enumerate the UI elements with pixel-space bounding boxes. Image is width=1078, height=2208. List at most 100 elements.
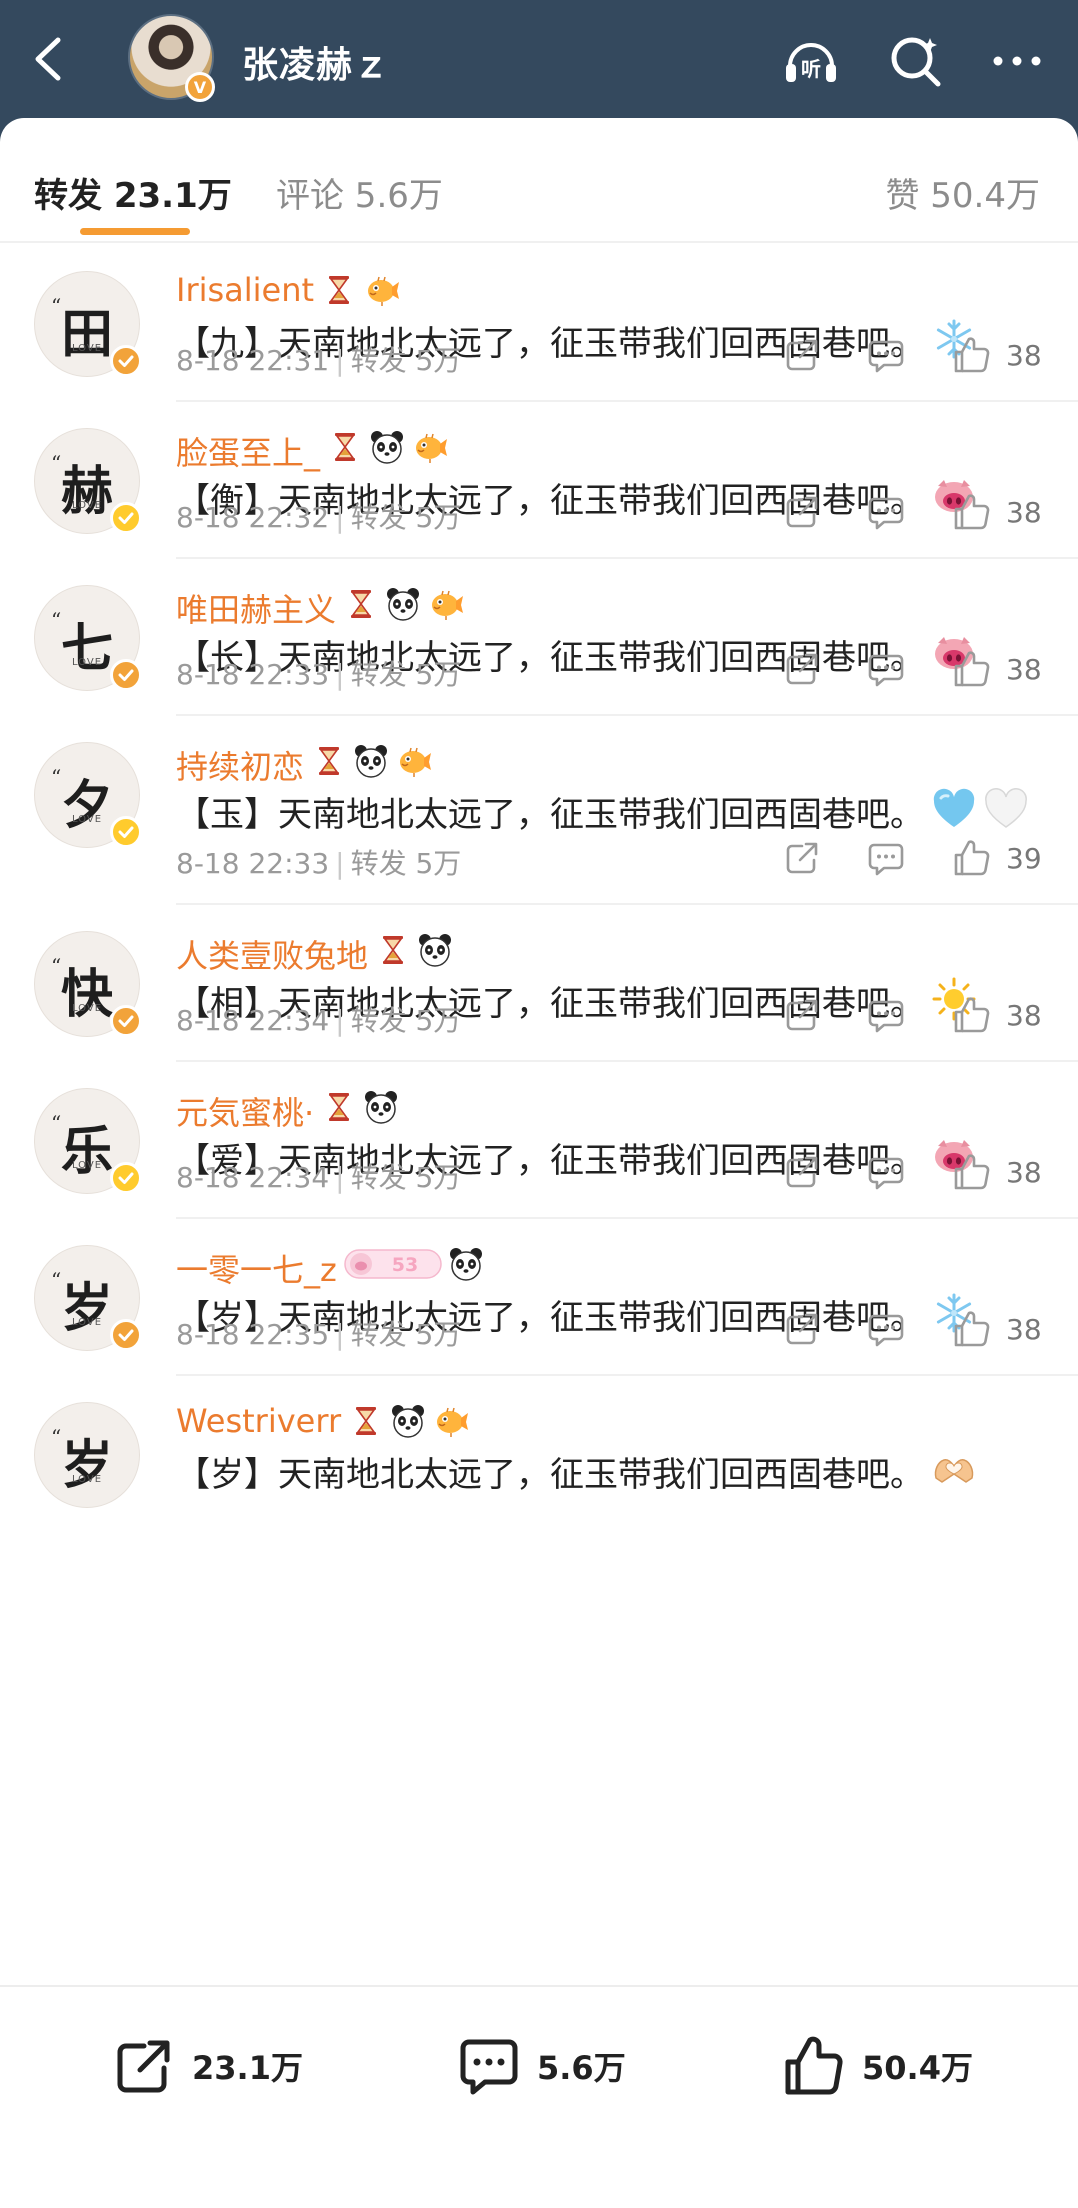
back-icon[interactable] <box>28 36 68 82</box>
panda-icon <box>368 428 406 466</box>
repost-count: 转发 5万 <box>350 1004 462 1037</box>
hourglass-icon <box>320 1088 358 1126</box>
thumbs-up-icon[interactable] <box>952 492 992 532</box>
verified-badge-icon <box>110 659 142 691</box>
listen-icon[interactable]: 听 <box>780 30 842 92</box>
username-link[interactable]: 唯田赫主义 <box>176 585 336 631</box>
tab-bar: 转发 23.1万 评论 5.6万 赞 50.4万 <box>0 118 1078 243</box>
list-item: “快 LOVE 人类壹败兔地 【相】天南地北太远了，征玉带我们回西固巷吧。 8-18 2… <box>0 905 1078 1062</box>
repost-button[interactable]: 23.1万 <box>110 2031 303 2101</box>
comment-icon[interactable] <box>866 1309 906 1349</box>
comment-icon[interactable] <box>866 649 906 689</box>
thumbs-up-icon[interactable] <box>952 838 992 878</box>
panda-icon <box>384 585 422 623</box>
share-icon[interactable] <box>782 1152 822 1192</box>
share-icon[interactable] <box>782 649 822 689</box>
panda-icon <box>447 1245 485 1283</box>
list-item: “田 LOVE Irisalient 【九】天南地北太远了，征玉带我们回西固巷吧。 8-… <box>0 245 1078 402</box>
heart-hands-icon <box>932 1448 976 1492</box>
panda-icon <box>362 1088 400 1126</box>
repost-count: 转发 5万 <box>350 344 462 377</box>
blue-heart-icon <box>932 788 976 832</box>
hourglass-icon <box>326 428 364 466</box>
share-icon[interactable] <box>782 335 822 375</box>
meta-divider: | <box>335 1318 345 1351</box>
repost-text: 【玉】天南地北太远了，征玉带我们回西固巷吧。 <box>176 786 1058 844</box>
comment-icon <box>460 2039 518 2095</box>
username-link[interactable]: 元気蜜桃· <box>176 1088 314 1134</box>
more-icon[interactable] <box>986 30 1048 92</box>
username-link[interactable]: Westriverr <box>176 1402 341 1440</box>
share-icon[interactable] <box>782 492 822 532</box>
comment-icon[interactable] <box>866 335 906 375</box>
user-badges: 53 <box>343 1245 485 1283</box>
avatar[interactable]: “岁 LOVE <box>34 1402 140 1508</box>
comment-icon[interactable] <box>866 995 906 1035</box>
comment-icon[interactable] <box>866 838 906 878</box>
username-link[interactable]: 人类壹败兔地 <box>176 931 368 977</box>
repost-count: 转发 5万 <box>350 847 462 880</box>
like-count: 38 <box>1006 999 1042 1032</box>
white-heart-icon <box>984 788 1028 832</box>
share-icon[interactable] <box>782 838 822 878</box>
thumbs-up-icon[interactable] <box>952 649 992 689</box>
username-link[interactable]: Irisalient <box>176 271 314 309</box>
tab-likes[interactable]: 赞 50.4万 <box>885 168 1040 217</box>
share-icon[interactable] <box>782 995 822 1035</box>
avatar-caption: LOVE <box>71 1474 103 1485</box>
svg-text:V: V <box>194 78 207 97</box>
top-bar: V 张凌赫ｚ 听 <box>0 0 1078 125</box>
hourglass-icon <box>347 1402 385 1440</box>
comment-icon[interactable] <box>866 492 906 532</box>
tab-comments[interactable]: 评论 5.6万 <box>276 168 443 217</box>
like-count: 39 <box>1006 842 1042 875</box>
svg-text:53: 53 <box>392 1254 418 1276</box>
user-badges <box>320 271 400 309</box>
like-count: 38 <box>1006 1156 1042 1189</box>
repost-count: 转发 5万 <box>350 1318 462 1351</box>
like-button[interactable]: 50.4万 <box>780 2031 973 2101</box>
meta-divider: | <box>335 1161 345 1194</box>
list-item: “夕 LOVE 持续初恋 【玉】天南地北太远了，征玉带我们回西固巷吧。 8-18 22:… <box>0 716 1078 905</box>
comment-button[interactable]: 5.6万 <box>455 2031 626 2101</box>
username-link[interactable]: 脸蛋至上_ <box>176 428 320 474</box>
user-badges <box>342 585 464 623</box>
search-icon[interactable] <box>884 30 946 92</box>
avatar-glyph: 岁 <box>60 1435 113 1496</box>
bottom-action-bar: 23.1万 5.6万 50.4万 <box>0 1985 1078 2208</box>
thumbs-up-icon[interactable] <box>952 335 992 375</box>
thumbs-up-icon[interactable] <box>952 1152 992 1192</box>
timestamp: 8-18 22:34 <box>176 1004 330 1037</box>
username-link[interactable]: 持续初恋 <box>176 742 304 788</box>
repost-count: 转发 5万 <box>350 1161 462 1194</box>
hourglass-icon <box>320 271 358 309</box>
pufferfish-icon <box>362 271 400 309</box>
hourglass-icon <box>310 742 348 780</box>
thumbs-up-icon[interactable] <box>952 995 992 1035</box>
repost-text: 【岁】天南地北太远了，征玉带我们回西固巷吧。 <box>176 1446 1058 1504</box>
verified-badge-icon <box>110 1005 142 1037</box>
repost-meta: 8-18 22:31 | 转发 5万 <box>176 339 461 379</box>
like-count: 38 <box>1006 653 1042 686</box>
comment-icon[interactable] <box>866 1152 906 1192</box>
username-link[interactable]: 一零一七_z <box>176 1245 337 1291</box>
like-count: 38 <box>1006 339 1042 372</box>
list-item: “岁 LOVE Westriverr 【岁】天南地北太远了，征玉带我们回西固巷吧。 <box>0 1376 1078 1516</box>
panda-icon <box>416 931 454 969</box>
thumbs-up-icon[interactable] <box>952 1309 992 1349</box>
user-badges <box>310 742 432 780</box>
verified-badge-icon <box>110 816 142 848</box>
timestamp: 8-18 22:34 <box>176 1161 330 1194</box>
repost-meta: 8-18 22:33 | 转发 5万 <box>176 653 461 693</box>
hourglass-icon <box>342 585 380 623</box>
panda-icon <box>352 742 390 780</box>
tab-reposts[interactable]: 转发 23.1万 <box>34 168 232 217</box>
share-icon[interactable] <box>782 1309 822 1349</box>
timestamp: 8-18 22:33 <box>176 847 330 880</box>
pufferfish-icon <box>431 1402 469 1440</box>
repost-meta: 8-18 22:33 | 转发 5万 <box>176 842 461 882</box>
list-item: “乐 LOVE 元気蜜桃· 【爱】天南地北太远了，征玉带我们回西固巷吧。 8-18 22… <box>0 1062 1078 1219</box>
svg-text:听: 听 <box>801 57 821 81</box>
meta-divider: | <box>335 847 345 880</box>
level-badge-icon: 53 <box>343 1246 443 1282</box>
